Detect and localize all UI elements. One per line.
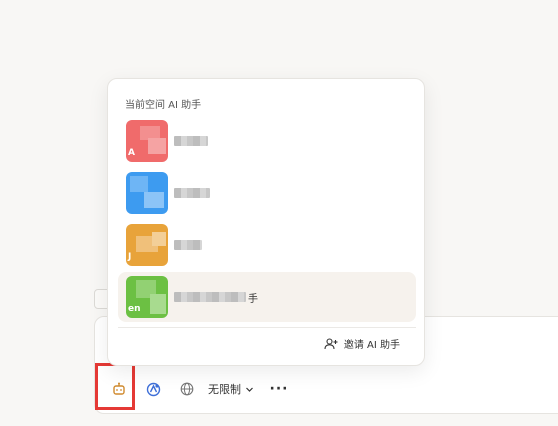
agent-button[interactable]	[138, 376, 168, 402]
avatar-initial: A	[128, 148, 135, 158]
robot-icon	[113, 382, 125, 395]
avatar-initial: J	[128, 252, 132, 262]
invite-label: 邀请 AI 助手	[343, 340, 400, 351]
assistant-name	[174, 188, 212, 198]
avatar: en	[126, 276, 168, 318]
agent-icon	[146, 382, 160, 396]
ai-assistant-item[interactable]	[118, 168, 416, 218]
avatar	[126, 172, 168, 214]
ai-assistant-item[interactable]: J	[118, 220, 416, 270]
avatar: A	[126, 120, 168, 162]
web-search-button[interactable]	[172, 376, 202, 402]
chevron-down-icon	[246, 387, 253, 392]
avatar-initial: en	[128, 304, 141, 314]
invite-ai-button[interactable]: 邀请 AI 助手	[324, 336, 400, 351]
ai-assistant-button[interactable]	[104, 376, 134, 402]
assistant-name	[174, 240, 204, 250]
ai-assistant-popup: 当前空间 AI 助手 A J en 手 邀请 AI 助手	[107, 78, 425, 366]
ai-assistant-item[interactable]: A	[118, 116, 416, 166]
avatar: J	[126, 224, 168, 266]
input-toolbar: 无限制 ···	[104, 376, 298, 402]
more-icon: ···	[269, 381, 289, 397]
popup-title: 当前空间 AI 助手	[125, 100, 202, 111]
assistant-name	[174, 136, 210, 146]
divider	[118, 327, 416, 328]
globe-icon	[180, 382, 194, 396]
ai-assistant-item-selected[interactable]: en 手	[118, 272, 416, 322]
scope-dropdown[interactable]: 无限制	[208, 381, 254, 397]
user-plus-icon	[324, 337, 338, 349]
more-button[interactable]: ···	[264, 376, 294, 402]
scope-label: 无限制	[208, 383, 241, 396]
assistant-name: 手	[174, 290, 258, 305]
